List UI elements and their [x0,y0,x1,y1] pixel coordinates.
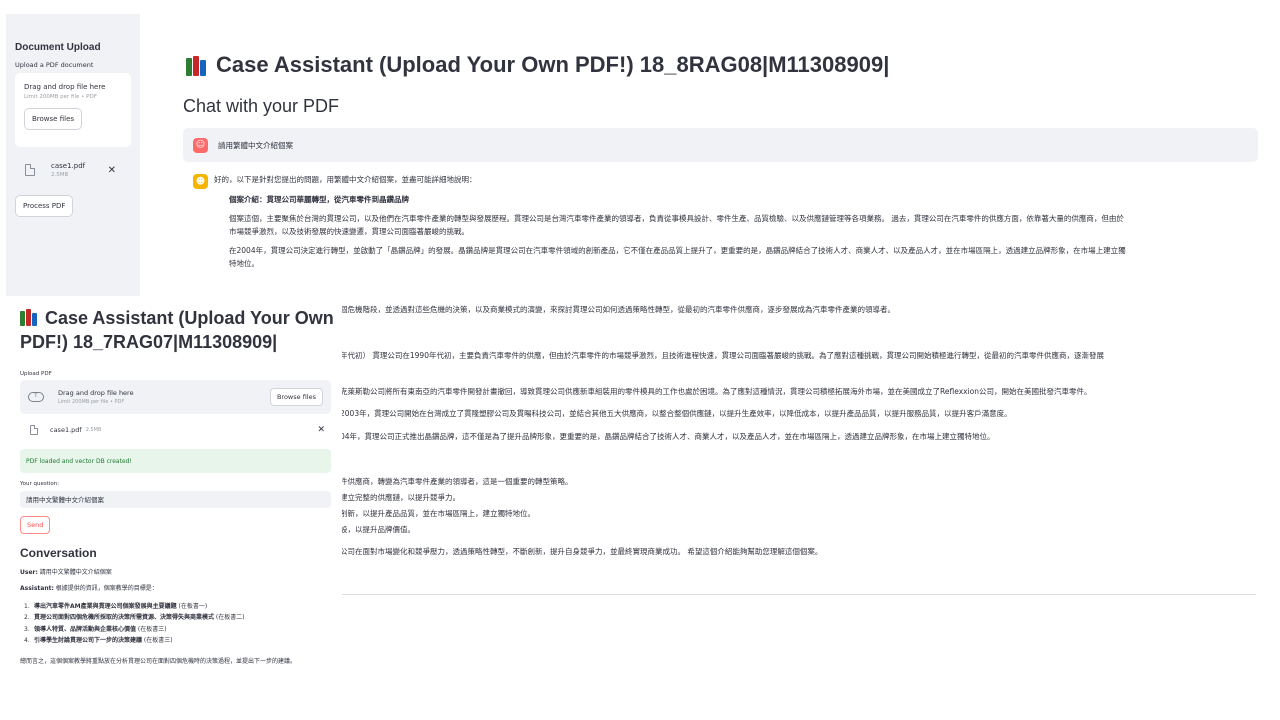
assistant-summary: 總而言之，這個個案教學將重點放在分析貫理公司在面對四個危機時的決策過程，並提出下… [20,657,297,665]
file-icon [25,164,35,176]
divider [340,594,1256,595]
file-dropzone[interactable]: Drag and drop file here Limit 200MB per … [15,73,131,147]
file-name: case1.pdf [50,426,82,434]
assistant-paragraph: 在2004年，貫理公司決定進行轉型，並啟動了「晶鑽品牌」的發展。晶鑽品牌是貫理公… [229,246,1126,268]
text-line: 公司在面對市場變化和競爭壓力，透過策略性轉型，不斷創新，提升自身競爭力，並最終實… [340,547,823,556]
user-message-text: 請用繁體中文介紹個案 [218,140,293,150]
assistant-message-body: 好的，以下是針對您提出的問題，用繁體中文介紹個案，並盡可能詳細地說明： 個案介紹… [214,174,1254,277]
upload-label: Upload a PDF document [15,61,94,69]
remove-file-icon[interactable]: ✕ [108,165,116,176]
user-turn-text: 請用中文繁體中文介紹個案 [39,568,112,576]
dropzone-limit: Limit 200MB per file • PDF [24,94,97,100]
send-button[interactable]: Send [20,515,51,534]
question-label: Your question: [20,481,60,487]
browse-files-button[interactable]: Browse files [269,388,323,406]
conversation-title: Conversation [20,545,97,560]
process-pdf-button[interactable]: Process PDF [15,195,74,217]
main-content: Case Assistant (Upload Your Own PDF!) 18… [183,52,1258,277]
user-turn: User: 請用中文繁體中文介紹個案 [20,567,332,576]
books-icon [20,308,38,326]
browse-files-button[interactable]: Browse files [24,108,83,130]
file-dropzone[interactable]: Drag and drop file here Limit 200MB per … [20,380,331,414]
text-line: 04年，貫理公司正式推出晶鑽品牌，這不僅是為了提升品牌形象，更重要的是，晶鑽品牌… [340,432,995,441]
file-size: 2.5MB [85,427,102,433]
cloud-upload-icon [28,391,44,402]
page-title-text: Case Assistant (Upload Your Own PDF!) 18… [216,52,890,77]
text-line: 建立完整的供應鏈，以提升競爭力。 [340,493,460,502]
sidebar-title: Document Upload [15,42,101,53]
text-line: 年代初） 貫理公司在1990年代初，主要負責汽車零件的供應，但由於汽車零件的市場… [340,351,1104,360]
file-name: case1.pdf [51,162,86,170]
assistant-turn-text: 根據提供的資訊，個案教學的目標是： [55,584,158,592]
question-input[interactable] [20,490,331,508]
dropzone-limit: Limit 200MB per file • PDF [58,399,125,405]
text-line: 個危機階段，並透過對這些危機的決策，以及商業模式的演變，來探討貫理公司如何透過策… [340,305,895,314]
text-line: 設，以提升品牌價值。 [340,525,415,534]
assistant-paragraph: 個案這個，主要聚焦於台灣的貫理公司，以及他們在汽車零件產業的轉型與發展歷程。貫理… [229,214,1124,236]
text-line: 創新，以提升產品品質，並在市場區隔上，建立獨特地位。 [340,509,535,518]
user-message: ☺ 請用繁體中文介紹個案 [183,128,1258,162]
assistant-message: ☻ 好的，以下是針對您提出的問題，用繁體中文介紹個案，並盡可能詳細地說明： 個案… [183,174,1258,277]
front-window: Case Assistant (Upload Your Own PDF!) 18… [0,296,342,720]
assistant-intro: 好的，以下是針對您提出的問題，用繁體中文介紹個案，並盡可能詳細地說明： [214,175,477,184]
list-item: 1. 導出汽車零件AM產業與貫理公司個案發展與主要議題 (在板書一) [24,602,208,610]
goals-list: 1. 導出汽車零件AM產業與貫理公司個案發展與主要議題 (在板書一) 2. 貫理公司… [20,601,332,647]
uploaded-file: case1.pdf 2.5MB ✕ [15,157,131,183]
assistant-turn: Assistant: 根據提供的資訊，個案教學的目標是： [20,583,332,592]
text-line: 克萊斯勒公司將所有東南亞的汽車零件開發計畫撤回，導致貫理公司供應新車組裝用的零件… [340,387,1092,396]
sidebar: Document Upload Upload a PDF document Dr… [6,14,140,314]
page-title: Case Assistant (Upload Your Own PDF!) 18… [20,306,340,354]
user-avatar-icon: ☺ [193,137,208,153]
file-meta: case1.pdf 2.5MB [51,162,85,178]
remove-file-icon[interactable]: ✕ [317,425,325,435]
dropzone-text: Drag and drop file here Limit 200MB per … [58,389,134,405]
chat-subtitle: Chat with your PDF [183,96,340,116]
books-icon [186,54,207,76]
success-alert: PDF loaded and vector DB created! [20,449,331,473]
bot-avatar-icon: ☻ [193,174,208,189]
page-title-text: Case Assistant (Upload Your Own PDF!) 18… [20,308,334,352]
list-item: 3. 領導人特質、品牌活動與企業核心價值 (在板書三) [24,625,167,633]
assistant-prefix: Assistant: [20,584,54,592]
text-line: 2003年，貫理公司開始在台灣成立了貫隆塑膠公司及貫暘科技公司，並結合其他五大供… [340,409,1012,418]
uploaded-file: case1.pdf 2.5MB ✕ [20,421,331,439]
user-prefix: User: [20,568,38,576]
dropzone-title: Drag and drop file here [24,83,106,91]
list-item: 2. 貫理公司面對四個危機所採取的決策所需資源、決策得失與商業模式 (在板書二) [24,614,245,621]
file-icon [30,425,38,435]
file-size: 2.5MB [51,172,69,178]
list-item: 4. 引導學生討論貫理公司下一步的決策建議 (在板書三) [24,637,173,644]
page-title: Case Assistant (Upload Your Own PDF!) 18… [186,52,1258,78]
text-line: 件供應商，轉變為汽車零件產業的領導者，這是一個重要的轉型策略。 [340,477,573,486]
assistant-heading: 個案介紹：貫理公司華麗轉型，從汽車零件到晶鑽品牌 [229,194,409,204]
dropzone-title: Drag and drop file here [58,389,134,397]
upload-label: Upload PDF [20,371,52,377]
